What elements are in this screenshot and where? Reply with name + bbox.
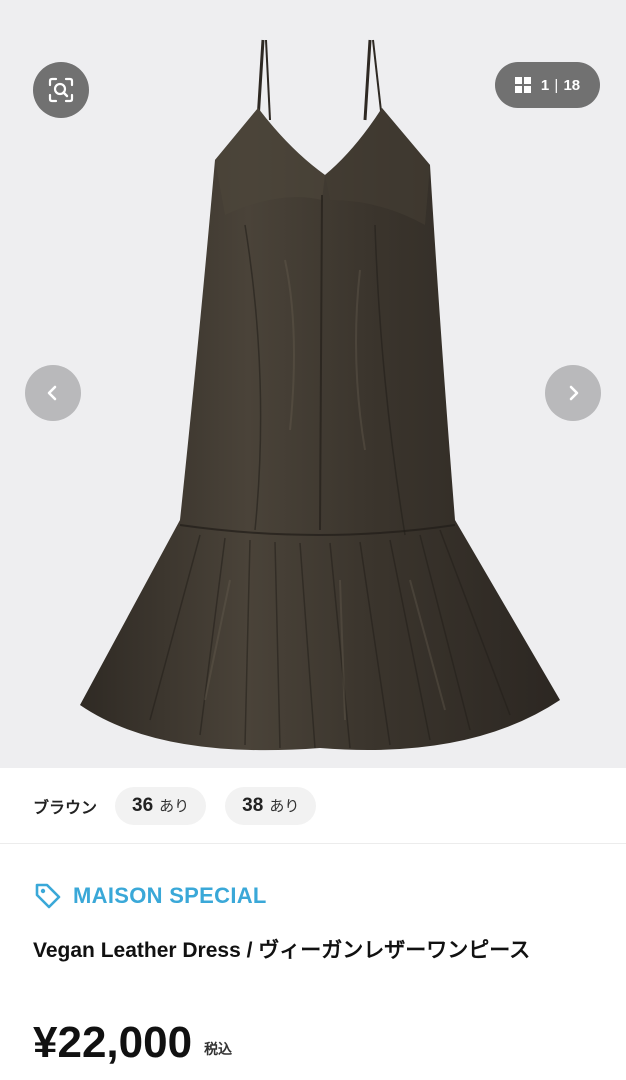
image-search-icon — [48, 77, 74, 103]
stock-status: あり — [159, 798, 190, 815]
size-value: 38 — [242, 794, 264, 816]
size-value: 36 — [132, 794, 154, 816]
image-counter-text: 1 | 18 — [540, 76, 581, 94]
image-counter[interactable]: 1 | 18 — [495, 62, 600, 108]
product-image — [80, 39, 560, 751]
product-image-gallery[interactable]: 1 | 18 — [0, 0, 626, 768]
brand-name: MAISON SPECIAL — [73, 883, 267, 908]
size-option-36[interactable]: 36 あり — [115, 786, 207, 825]
product-title: Vegan Leather Dress / ヴィーガンレザーワンピース — [33, 939, 531, 962]
size-option-38[interactable]: 38 あり — [225, 786, 317, 825]
chevron-left-icon — [47, 385, 57, 401]
brand-link[interactable]: MAISON SPECIAL — [33, 881, 267, 911]
next-image-button[interactable] — [545, 365, 601, 421]
variant-selector: ブラウン 36 あり 38 あり — [0, 768, 626, 844]
grid-icon — [514, 77, 531, 93]
tax-label: 税込 — [204, 1041, 233, 1057]
stock-status: あり — [269, 798, 300, 815]
tag-icon — [35, 883, 61, 909]
image-search-button[interactable] — [33, 62, 89, 118]
chevron-right-icon — [569, 385, 579, 401]
price-row: ¥22,000 税込 — [33, 1021, 232, 1065]
product-price: ¥22,000 — [33, 1018, 193, 1067]
previous-image-button[interactable] — [25, 365, 81, 421]
color-label: ブラウン — [33, 799, 98, 817]
